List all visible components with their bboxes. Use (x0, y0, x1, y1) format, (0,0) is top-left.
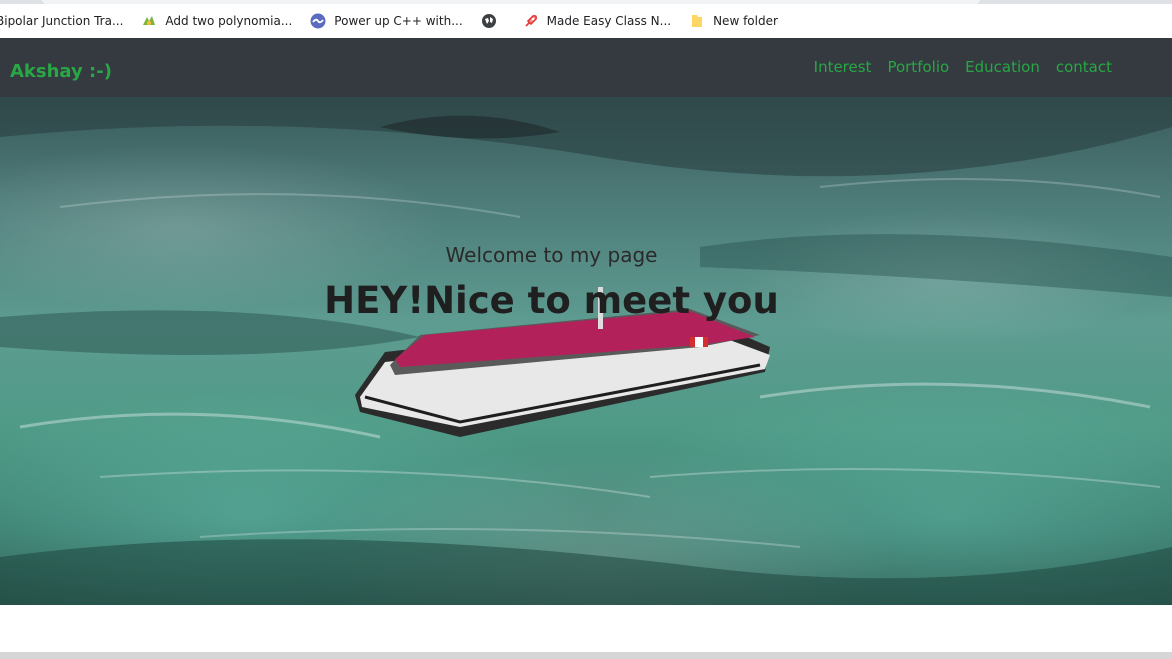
bottom-edge (0, 652, 1172, 659)
hero-section: Welcome to my page HEY!Nice to meet you (0, 97, 1172, 605)
nav-link-education[interactable]: Education (965, 58, 1040, 76)
site-brand[interactable]: Akshay :-) (10, 61, 112, 82)
bookmark-made-easy[interactable]: Made Easy Class N... (523, 13, 671, 29)
bookmark-bipolar-junction[interactable]: Bipolar Junction Tra... (0, 14, 123, 28)
green-bird-icon (141, 13, 157, 29)
bookmark-label: Made Easy Class N... (546, 14, 672, 28)
hero-background-image (0, 97, 1172, 605)
nav-link-interest[interactable]: Interest (814, 58, 872, 76)
bookmark-label: New folder (713, 14, 778, 28)
nav-links: Interest Portfolio Education contact (798, 58, 1112, 76)
rocket-icon (523, 13, 539, 29)
nav-link-portfolio[interactable]: Portfolio (887, 58, 949, 76)
bookmark-power-up-cpp[interactable]: Power up C++ with... (310, 13, 463, 29)
bookmarks-bar: Bipolar Junction Tra... Add two polynomi… (0, 4, 1172, 38)
bookmark-label: Bipolar Junction Tra... (0, 14, 124, 28)
hero-headline: HEY!Nice to meet you (324, 279, 779, 322)
bookmark-label: Add two polynomia... (165, 14, 293, 28)
bookmark-add-two-polynomials[interactable]: Add two polynomia... (141, 13, 292, 29)
folder-icon (689, 13, 705, 29)
bookmark-label: Power up C++ with... (334, 14, 463, 28)
welcome-subtitle: Welcome to my page (445, 243, 658, 267)
nav-link-contact[interactable]: contact (1056, 58, 1112, 76)
site-navbar: Akshay :-) Interest Portfolio Education … (0, 38, 1172, 97)
bookmark-new-folder[interactable]: New folder (689, 13, 778, 29)
globe-icon (481, 13, 497, 29)
blue-wave-icon (310, 13, 326, 29)
bookmark-globe[interactable] (481, 13, 505, 29)
